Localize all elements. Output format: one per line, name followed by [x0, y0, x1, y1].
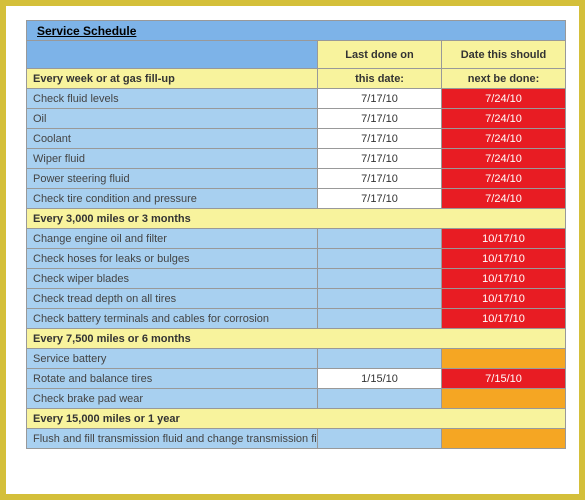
next-due-cell[interactable]: 10/17/10	[442, 289, 566, 309]
next-due-cell[interactable]	[442, 349, 566, 369]
task-cell[interactable]: Change engine oil and filter	[27, 229, 318, 249]
header-next-bottom: next be done:	[442, 69, 566, 89]
last-done-cell[interactable]: 7/17/10	[318, 189, 442, 209]
task-cell[interactable]: Service battery	[27, 349, 318, 369]
next-due-cell[interactable]: 10/17/10	[442, 309, 566, 329]
task-cell[interactable]: Check battery terminals and cables for c…	[27, 309, 318, 329]
task-cell[interactable]: Rotate and balance tires	[27, 369, 318, 389]
next-due-cell[interactable]: 7/24/10	[442, 169, 566, 189]
task-cell[interactable]: Flush and fill transmission fluid and ch…	[27, 429, 318, 449]
next-due-cell[interactable]: 7/24/10	[442, 149, 566, 169]
section-0-label: Every week or at gas fill-up	[27, 69, 318, 89]
next-due-cell[interactable]: 10/17/10	[442, 269, 566, 289]
last-done-cell[interactable]	[318, 429, 442, 449]
title-cell: Service Schedule	[27, 21, 566, 41]
last-done-cell[interactable]: 7/17/10	[318, 129, 442, 149]
task-cell[interactable]: Power steering fluid	[27, 169, 318, 189]
last-done-cell[interactable]	[318, 309, 442, 329]
last-done-cell[interactable]: 7/17/10	[318, 149, 442, 169]
task-cell[interactable]: Check hoses for leaks or bulges	[27, 249, 318, 269]
last-done-cell[interactable]	[318, 269, 442, 289]
task-cell[interactable]: Oil	[27, 109, 318, 129]
task-cell[interactable]: Check brake pad wear	[27, 389, 318, 409]
next-due-cell[interactable]: 7/24/10	[442, 89, 566, 109]
spreadsheet: Service ScheduleLast done onDate this sh…	[6, 6, 579, 449]
task-cell[interactable]: Coolant	[27, 129, 318, 149]
section-3-label: Every 15,000 miles or 1 year	[27, 409, 566, 429]
task-cell[interactable]: Check tire condition and pressure	[27, 189, 318, 209]
last-done-cell[interactable]: 7/17/10	[318, 109, 442, 129]
last-done-cell[interactable]	[318, 249, 442, 269]
task-cell[interactable]: Check fluid levels	[27, 89, 318, 109]
last-done-cell[interactable]	[318, 349, 442, 369]
last-done-cell[interactable]: 7/17/10	[318, 89, 442, 109]
task-cell[interactable]: Wiper fluid	[27, 149, 318, 169]
last-done-cell[interactable]	[318, 229, 442, 249]
next-due-cell[interactable]: 10/17/10	[442, 249, 566, 269]
app-frame: Service ScheduleLast done onDate this sh…	[0, 0, 585, 500]
last-done-cell[interactable]	[318, 289, 442, 309]
header-spacer-1	[27, 41, 318, 69]
next-due-cell[interactable]: 7/24/10	[442, 189, 566, 209]
next-due-cell[interactable]: 7/24/10	[442, 109, 566, 129]
task-cell[interactable]: Check wiper blades	[27, 269, 318, 289]
last-done-cell[interactable]: 1/15/10	[318, 369, 442, 389]
next-due-cell[interactable]: 7/24/10	[442, 129, 566, 149]
next-due-cell[interactable]: 10/17/10	[442, 229, 566, 249]
next-due-cell[interactable]	[442, 429, 566, 449]
next-due-cell[interactable]	[442, 389, 566, 409]
header-last-done-bottom: this date:	[318, 69, 442, 89]
last-done-cell[interactable]: 7/17/10	[318, 169, 442, 189]
last-done-cell[interactable]	[318, 389, 442, 409]
service-schedule-table: Service ScheduleLast done onDate this sh…	[26, 20, 566, 449]
section-1-label: Every 3,000 miles or 3 months	[27, 209, 566, 229]
task-cell[interactable]: Check tread depth on all tires	[27, 289, 318, 309]
next-due-cell[interactable]: 7/15/10	[442, 369, 566, 389]
header-last-done-top: Last done on	[318, 41, 442, 69]
section-2-label: Every 7,500 miles or 6 months	[27, 329, 566, 349]
header-next-top: Date this should	[442, 41, 566, 69]
